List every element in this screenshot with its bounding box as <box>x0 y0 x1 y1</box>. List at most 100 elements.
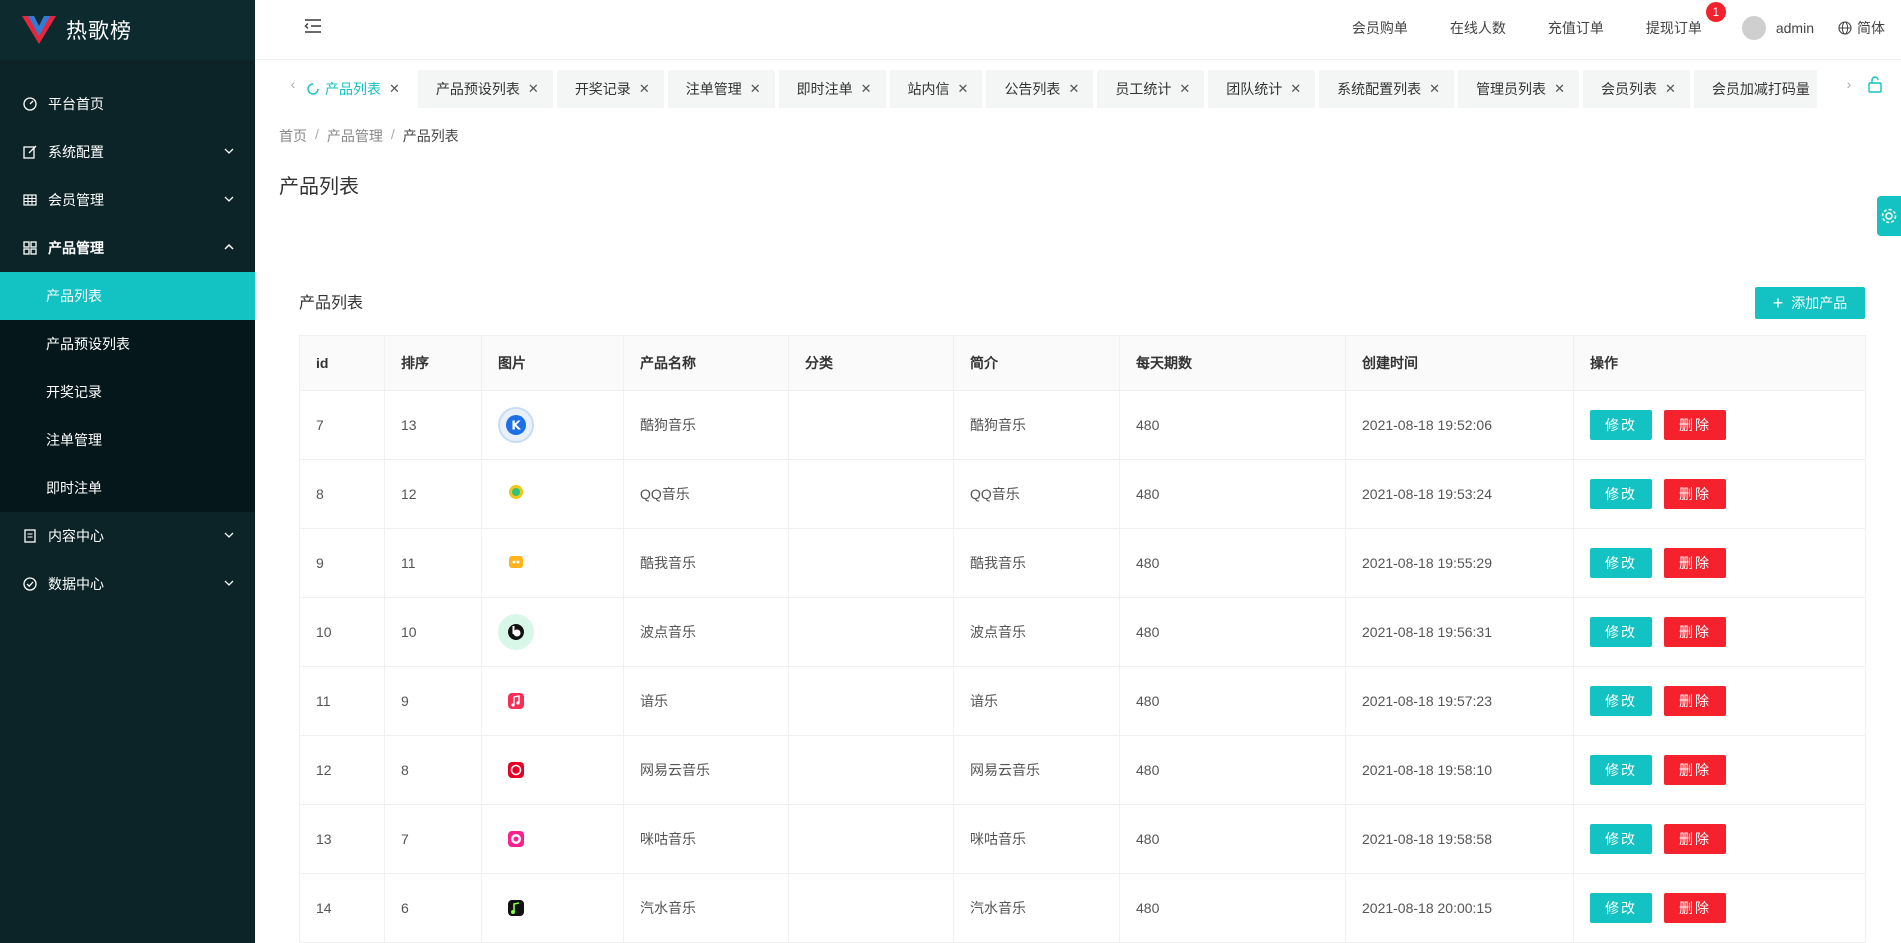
cell-id: 8 <box>299 459 385 529</box>
sidebar-item-members[interactable]: 会员管理 <box>0 176 255 224</box>
close-icon[interactable]: ✕ <box>1290 81 1301 97</box>
edit-button[interactable]: 修改 <box>1590 410 1652 440</box>
close-icon[interactable]: ✕ <box>1429 81 1440 97</box>
close-icon[interactable]: ✕ <box>639 81 650 97</box>
tab-system-config-list[interactable]: 系统配置列表 ✕ <box>1319 70 1455 108</box>
user-menu[interactable]: admin <box>1741 16 1814 40</box>
unlock-icon[interactable] <box>1867 75 1883 96</box>
delete-button[interactable]: 删除 <box>1664 824 1726 854</box>
tab-member-wager-adjust[interactable]: 会员加减打码量✕ <box>1693 70 1817 108</box>
breadcrumb-home[interactable]: 首页 <box>279 126 307 146</box>
close-icon[interactable]: ✕ <box>1665 81 1676 97</box>
delete-button[interactable]: 删除 <box>1664 755 1726 785</box>
tab-label: 会员加减打码量 <box>1711 81 1810 97</box>
sidebar-item-data-center[interactable]: 数据中心 <box>0 560 255 608</box>
delete-button[interactable]: 删除 <box>1664 686 1726 716</box>
sidebar: 热歌榜 平台首页 系统配置 会员管理 产品管理 产品列表 产品预设列表 开奖记录… <box>0 0 255 943</box>
tab-scroll-left-icon[interactable]: ‹ <box>285 74 301 94</box>
edit-button[interactable]: 修改 <box>1590 617 1652 647</box>
tab-product-preset[interactable]: 产品预设列表 ✕ <box>417 70 553 108</box>
qishui-music-logo-icon <box>498 890 534 926</box>
sidebar-item-products[interactable]: 产品管理 <box>0 224 255 272</box>
sidebar-item-system-config[interactable]: 系统配置 <box>0 128 255 176</box>
sidebar-item-content-center[interactable]: 内容中心 <box>0 512 255 560</box>
tab-instant-bets[interactable]: 即时注单 ✕ <box>778 70 886 108</box>
tab-staff-stats[interactable]: 员工统计 ✕ <box>1097 70 1205 108</box>
edit-button[interactable]: 修改 <box>1590 548 1652 578</box>
tab-messages[interactable]: 站内信 ✕ <box>889 70 983 108</box>
tab-product-list[interactable]: 产品列表 ✕ <box>307 70 414 108</box>
tab-member-list[interactable]: 会员列表 ✕ <box>1582 70 1690 108</box>
add-product-button[interactable]: + 添加产品 <box>1755 287 1865 319</box>
cell-periods: 480 <box>1119 735 1346 805</box>
cell-periods: 480 <box>1119 528 1346 598</box>
close-icon[interactable]: ✕ <box>1554 81 1565 97</box>
delete-button[interactable]: 删除 <box>1664 617 1726 647</box>
cell-image <box>481 459 624 529</box>
cell-id: 9 <box>299 528 385 598</box>
cell-created: 2021-08-18 19:55:29 <box>1345 528 1574 598</box>
close-icon[interactable]: ✕ <box>528 81 539 97</box>
column-header-name: 产品名称 <box>623 335 789 391</box>
cell-category <box>788 597 954 667</box>
cell-image <box>481 873 624 943</box>
close-icon[interactable]: ✕ <box>1179 81 1190 97</box>
cell-intro: 酷我音乐 <box>953 528 1120 598</box>
close-icon[interactable]: ✕ <box>958 81 969 97</box>
cell-sort: 9 <box>384 666 482 736</box>
tab-scroll-right-icon[interactable]: › <box>1841 74 1857 94</box>
tab-admin-list[interactable]: 管理员列表 ✕ <box>1458 70 1579 108</box>
cell-sort: 12 <box>384 459 482 529</box>
cell-intro: 网易云音乐 <box>953 735 1120 805</box>
header-link-withdraw-orders[interactable]: 提现订单 1 <box>1645 2 1726 38</box>
chevron-down-icon <box>224 196 234 202</box>
delete-button[interactable]: 删除 <box>1664 410 1726 440</box>
edit-button[interactable]: 修改 <box>1590 479 1652 509</box>
cell-created: 2021-08-18 19:53:24 <box>1345 459 1574 529</box>
submenu-item-draw-records[interactable]: 开奖记录 <box>0 368 255 416</box>
file-icon <box>22 528 38 544</box>
header-link-online-users[interactable]: 在线人数 <box>1450 18 1506 38</box>
sidebar-item-dashboard[interactable]: 平台首页 <box>0 80 255 128</box>
cell-id: 14 <box>299 873 385 943</box>
breadcrumb-product-management[interactable]: 产品管理 <box>327 126 383 146</box>
close-icon[interactable]: ✕ <box>389 81 400 97</box>
delete-button[interactable]: 删除 <box>1664 893 1726 923</box>
breadcrumb: 首页 / 产品管理 / 产品列表 <box>279 126 459 146</box>
apple-music-logo-icon <box>498 683 534 719</box>
withdraw-orders-label: 提现订单 <box>1645 20 1702 36</box>
cell-sort: 8 <box>384 735 482 805</box>
menu-fold-icon[interactable] <box>303 16 323 36</box>
cell-id: 10 <box>299 597 385 667</box>
close-icon[interactable]: ✕ <box>750 81 761 97</box>
delete-button[interactable]: 删除 <box>1664 548 1726 578</box>
tab-draw-records[interactable]: 开奖记录 ✕ <box>556 70 664 108</box>
submenu-item-product-preset[interactable]: 产品预设列表 <box>0 320 255 368</box>
close-icon[interactable]: ✕ <box>861 81 872 97</box>
submenu-item-bet-management[interactable]: 注单管理 <box>0 416 255 464</box>
submenu-item-instant-bets[interactable]: 即时注单 <box>0 464 255 512</box>
edit-button[interactable]: 修改 <box>1590 755 1652 785</box>
delete-button[interactable]: 删除 <box>1664 479 1726 509</box>
cell-image: K <box>481 390 624 460</box>
submenu-item-product-list[interactable]: 产品列表 <box>0 272 255 320</box>
header-link-recharge-orders[interactable]: 充值订单 <box>1548 18 1604 38</box>
cell-image <box>481 735 624 805</box>
edit-button[interactable]: 修改 <box>1590 893 1652 923</box>
close-icon[interactable]: ✕ <box>1068 81 1079 97</box>
edit-button[interactable]: 修改 <box>1590 824 1652 854</box>
cell-id: 12 <box>299 735 385 805</box>
notification-badge: 1 <box>1705 2 1726 22</box>
settings-drawer-handle[interactable] <box>1877 196 1901 236</box>
sidebar-item-label: 内容中心 <box>48 528 104 544</box>
netease-music-logo-icon <box>498 752 534 788</box>
language-switch[interactable]: 简体 <box>1838 18 1885 38</box>
edit-button[interactable]: 修改 <box>1590 686 1652 716</box>
tab-announcements[interactable]: 公告列表 ✕ <box>986 70 1094 108</box>
breadcrumb-separator: / <box>315 126 319 142</box>
tab-team-stats[interactable]: 团队统计 ✕ <box>1208 70 1316 108</box>
cell-id: 11 <box>299 666 385 736</box>
tab-bet-management[interactable]: 注单管理 ✕ <box>667 70 775 108</box>
header-link-member-orders[interactable]: 会员购单 <box>1352 18 1408 38</box>
table-row: 7 13 K 酷狗音乐 酷狗音乐 480 2021-08-18 19:52:06… <box>299 390 1866 460</box>
